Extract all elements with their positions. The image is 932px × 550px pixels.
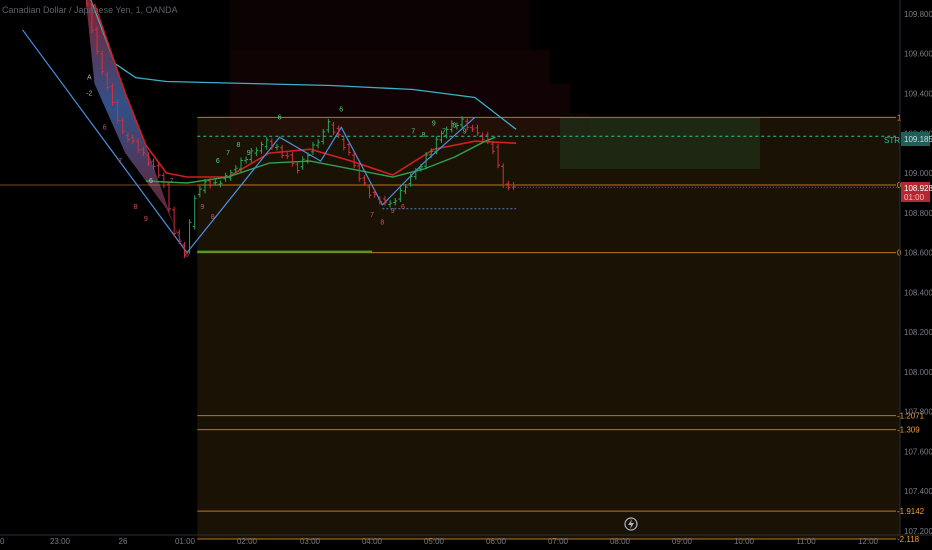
count-label: A — [87, 75, 92, 82]
y-tick-label: 108.400 — [904, 288, 932, 297]
count-label: 9 — [247, 150, 251, 157]
fib-label: -2.118 — [897, 535, 920, 544]
y-tick-label: 109.400 — [904, 89, 932, 98]
svg-text:01:00: 01:00 — [904, 193, 925, 202]
count-label: 6 — [149, 178, 153, 185]
svg-text:108.928: 108.928 — [904, 184, 932, 193]
x-tick-label: 02:00 — [237, 537, 258, 546]
x-tick-label: 09:00 — [672, 537, 693, 546]
x-tick-label: 06:00 — [486, 537, 507, 546]
x-tick-label: 12:00 — [858, 537, 879, 546]
svg-text:STR: STR — [884, 136, 900, 145]
count-label: 8 — [185, 252, 189, 259]
last-price-badge: 108.928 01:00 — [901, 182, 932, 202]
count-label: 7 — [442, 128, 446, 135]
x-tick-label: 07:00 — [548, 537, 569, 546]
count-label: 8 — [134, 204, 138, 211]
count-label: 7 — [226, 150, 230, 157]
x-tick-label: 03:00 — [300, 537, 321, 546]
count-label: 7 — [411, 128, 415, 135]
count-label: 6 — [103, 124, 107, 131]
x-tick-label: 10:00 — [734, 537, 755, 546]
count-label: 9 — [432, 120, 436, 127]
count-label: -2 — [86, 90, 92, 97]
x-tick-label: 00 — [0, 537, 5, 546]
volume-profile-band — [230, 49, 550, 84]
fib-label: -1.9142 — [897, 507, 925, 516]
count-label: 8 — [211, 214, 215, 221]
count-label: 6 — [278, 114, 282, 121]
y-tick-label: 108.600 — [904, 249, 932, 258]
x-tick-label: 01:00 — [175, 537, 196, 546]
y-tick-label: 107.400 — [904, 487, 932, 496]
count-label: 7 — [170, 178, 174, 185]
falling-cloud — [85, 0, 187, 253]
count-label: 8 — [236, 142, 240, 149]
count-label: 8 — [380, 220, 384, 227]
y-tick-label: 108.000 — [904, 368, 932, 377]
x-tick-label: 26 — [119, 537, 128, 546]
y-tick-label: 108.200 — [904, 328, 932, 337]
count-label: 9 — [391, 208, 395, 215]
y-tick-label: 109.600 — [904, 50, 932, 59]
count-label: 9 — [463, 128, 467, 135]
price-chart[interactable]: 10.50-1.2071-1.309-1.9142-2.118 A-267896… — [0, 0, 932, 550]
y-tick-label: 107.800 — [904, 408, 932, 417]
count-label: 9 — [200, 204, 204, 211]
count-label: 8 — [422, 132, 426, 139]
y-tick-label: 107.200 — [904, 527, 932, 536]
count-label: 7 — [118, 158, 122, 165]
green-cloud — [560, 117, 760, 170]
x-tick-label: 08:00 — [610, 537, 631, 546]
volume-profile-band — [230, 83, 570, 114]
y-tick-label: 108.800 — [904, 209, 932, 218]
count-label: 6 — [216, 158, 220, 165]
y-tick-label: 109.800 — [904, 10, 932, 19]
fib-zone — [197, 117, 901, 539]
x-tick-label: 05:00 — [424, 537, 445, 546]
x-tick-label: 23:00 — [50, 537, 71, 546]
svg-text:109.185: 109.185 — [904, 135, 932, 144]
count-label: 8 — [452, 122, 456, 129]
shaded-zones — [85, 0, 901, 539]
x-tick-label: 11:00 — [796, 537, 816, 546]
x-tick-label: 04:00 — [362, 537, 383, 546]
y-tick-label: 107.600 — [904, 447, 932, 456]
count-label: 7 — [370, 212, 374, 219]
volume-profile-band — [230, 0, 530, 50]
count-label: 6 — [401, 204, 405, 211]
y-tick-label: 109.000 — [904, 169, 932, 178]
count-label: 6 — [339, 106, 343, 113]
count-label: 9 — [144, 216, 148, 223]
chart-title: Canadian Dollar / Japanese Yen, 1, OANDA — [2, 5, 178, 15]
